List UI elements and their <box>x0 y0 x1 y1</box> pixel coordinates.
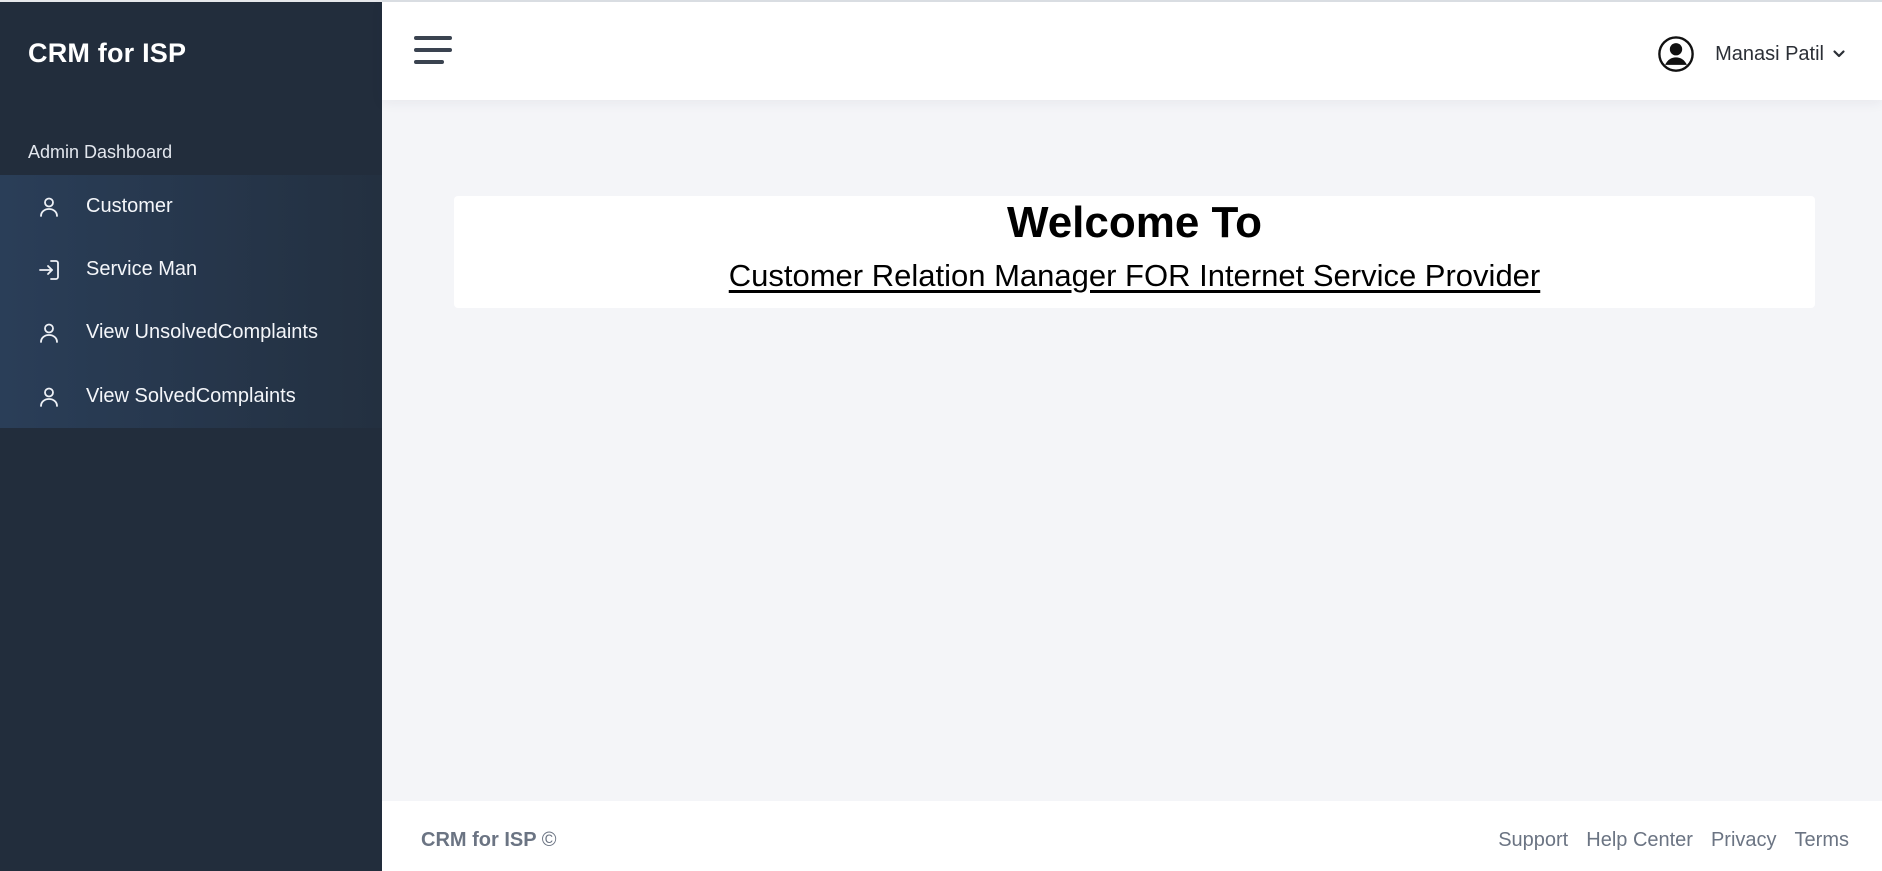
sidebar-item-label: View SolvedComplaints <box>86 385 296 407</box>
sidebar: CRM for ISP Admin Dashboard Customer Ser… <box>0 0 382 871</box>
sidebar-item-label: Customer <box>86 195 173 217</box>
sidebar-nav: Customer Service Man View UnsolvedCompla… <box>0 175 382 428</box>
footer-link-support[interactable]: Support <box>1498 829 1568 852</box>
user-icon <box>36 320 62 346</box>
footer-link-terms[interactable]: Terms <box>1795 829 1849 852</box>
user-icon <box>36 384 62 410</box>
footer-link-help-center[interactable]: Help Center <box>1586 829 1693 852</box>
app: CRM for ISP Admin Dashboard Customer Ser… <box>0 0 1882 871</box>
user-menu[interactable]: Manasi Patil <box>1657 34 1846 74</box>
copyright-symbol: © <box>541 829 557 851</box>
hamburger-icon[interactable] <box>414 36 452 68</box>
welcome-card: Welcome To Customer Relation Manager FOR… <box>454 196 1815 308</box>
sidebar-item-service-man[interactable]: Service Man <box>0 238 382 301</box>
sidebar-item-solved-complaints[interactable]: View SolvedComplaints <box>0 365 382 428</box>
top-header: Manasi Patil <box>382 0 1882 100</box>
footer-links: Support Help Center Privacy Terms <box>1498 829 1849 852</box>
footer-brand: CRM for ISP © <box>421 829 557 852</box>
sidebar-item-unsolved-complaints[interactable]: View UnsolvedComplaints <box>0 301 382 364</box>
user-circle-icon <box>1658 36 1694 72</box>
welcome-title: Welcome To <box>1006 198 1263 247</box>
sidebar-item-customer[interactable]: Customer <box>0 175 382 238</box>
welcome-subtitle: Customer Relation Manager FOR Internet S… <box>728 258 1541 293</box>
sign-in-icon <box>36 257 62 283</box>
chevron-down-icon <box>1833 50 1845 58</box>
footer-link-privacy[interactable]: Privacy <box>1711 829 1777 852</box>
section-label: Admin Dashboard <box>28 142 173 162</box>
sidebar-item-label: Service Man <box>86 258 198 280</box>
footer: CRM for ISP © Support Help Center Privac… <box>382 801 1882 871</box>
user-icon <box>36 194 62 220</box>
sidebar-item-label: View UnsolvedComplaints <box>86 321 318 343</box>
footer-brand-name: CRM for ISP <box>421 829 537 851</box>
brand-title[interactable]: CRM for ISP <box>28 38 186 69</box>
user-name: Manasi Patil <box>1715 42 1824 65</box>
